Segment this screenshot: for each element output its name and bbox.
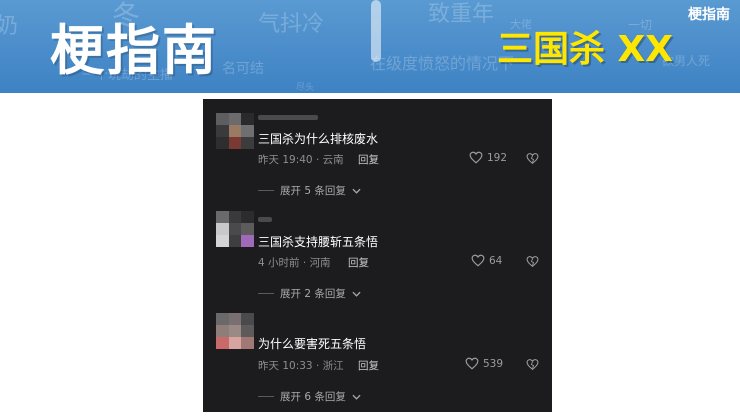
comment-location: 河南 — [309, 257, 331, 269]
comment-text: 三国杀为什么排核废水 — [258, 132, 379, 146]
expand-replies[interactable]: 展开 2 条回复 — [258, 286, 361, 301]
comment-time: 昨天 19:40 — [258, 154, 313, 166]
dislike-icon[interactable] — [526, 152, 539, 165]
avatar[interactable] — [216, 113, 254, 149]
expand-label: 展开 6 条回复 — [280, 391, 346, 403]
like-count: 64 — [489, 254, 503, 267]
expand-label: 展开 5 条回复 — [280, 185, 346, 197]
header-banner: 奶 冬 气抖冷 致重年 大佬 一切 一个玩劫的主播 名可结 尽头 在级度愤怒的情… — [0, 0, 740, 93]
comment-time: 昨天 10:33 — [258, 360, 313, 372]
like-button[interactable]: 192 — [469, 151, 507, 164]
corner-tag: 梗指南 — [688, 7, 730, 23]
bg-word: 名可结 — [222, 61, 264, 77]
heart-icon — [469, 151, 483, 164]
bg-word: 奶 — [0, 14, 19, 39]
bg-word: 在级度愤怒的情况下 — [370, 54, 515, 73]
comment-location: 云南 — [322, 154, 344, 166]
comment-time: 4 小时前 — [258, 257, 300, 269]
comment-meta: 4 小时前 · 河南 — [258, 255, 331, 270]
reply-button[interactable]: 回复 — [358, 358, 379, 373]
meta-separator: · — [315, 360, 320, 372]
bg-word: 致重年 — [428, 2, 495, 27]
comment-panel: 三国杀为什么排核废水 昨天 19:40 · 云南 回复 192 展开 5 条回复… — [203, 99, 552, 412]
heart-icon — [465, 357, 479, 370]
game-title: 三国杀 XX — [497, 29, 674, 70]
reply-button[interactable]: 回复 — [348, 255, 369, 270]
heart-icon — [471, 254, 485, 267]
comment-meta: 昨天 19:40 · 云南 — [258, 152, 344, 167]
brand-title: 梗指南 — [50, 19, 218, 82]
expand-line — [258, 190, 274, 191]
meta-separator: · — [315, 154, 320, 166]
dislike-icon[interactable] — [526, 255, 539, 268]
comment-text: 三国杀支持腰斩五条悟 — [258, 235, 379, 249]
bg-word: 气抖冷 — [258, 12, 325, 37]
dislike-icon[interactable] — [526, 358, 539, 371]
username[interactable] — [258, 217, 272, 222]
chevron-down-icon — [352, 188, 361, 194]
like-button[interactable]: 539 — [465, 357, 503, 370]
like-count: 192 — [487, 151, 508, 164]
expand-line — [258, 396, 274, 397]
expand-replies[interactable]: 展开 5 条回复 — [258, 183, 361, 198]
like-count: 539 — [483, 357, 504, 370]
comment-text: 为什么要害死五条悟 — [258, 337, 367, 351]
bg-word: 尽头 — [296, 83, 315, 93]
expand-replies[interactable]: 展开 6 条回复 — [258, 389, 361, 404]
avatar[interactable] — [216, 313, 254, 349]
chevron-down-icon — [352, 394, 361, 400]
meta-separator: · — [302, 257, 307, 269]
banner-divider — [371, 0, 381, 62]
username[interactable] — [258, 115, 318, 120]
reply-button[interactable]: 回复 — [358, 152, 379, 167]
avatar[interactable] — [216, 211, 254, 247]
comment-location: 浙江 — [322, 360, 344, 372]
chevron-down-icon — [352, 291, 361, 297]
expand-line — [258, 293, 274, 294]
like-button[interactable]: 64 — [471, 254, 502, 267]
comment-meta: 昨天 10:33 · 浙江 — [258, 358, 344, 373]
expand-label: 展开 2 条回复 — [280, 288, 346, 300]
